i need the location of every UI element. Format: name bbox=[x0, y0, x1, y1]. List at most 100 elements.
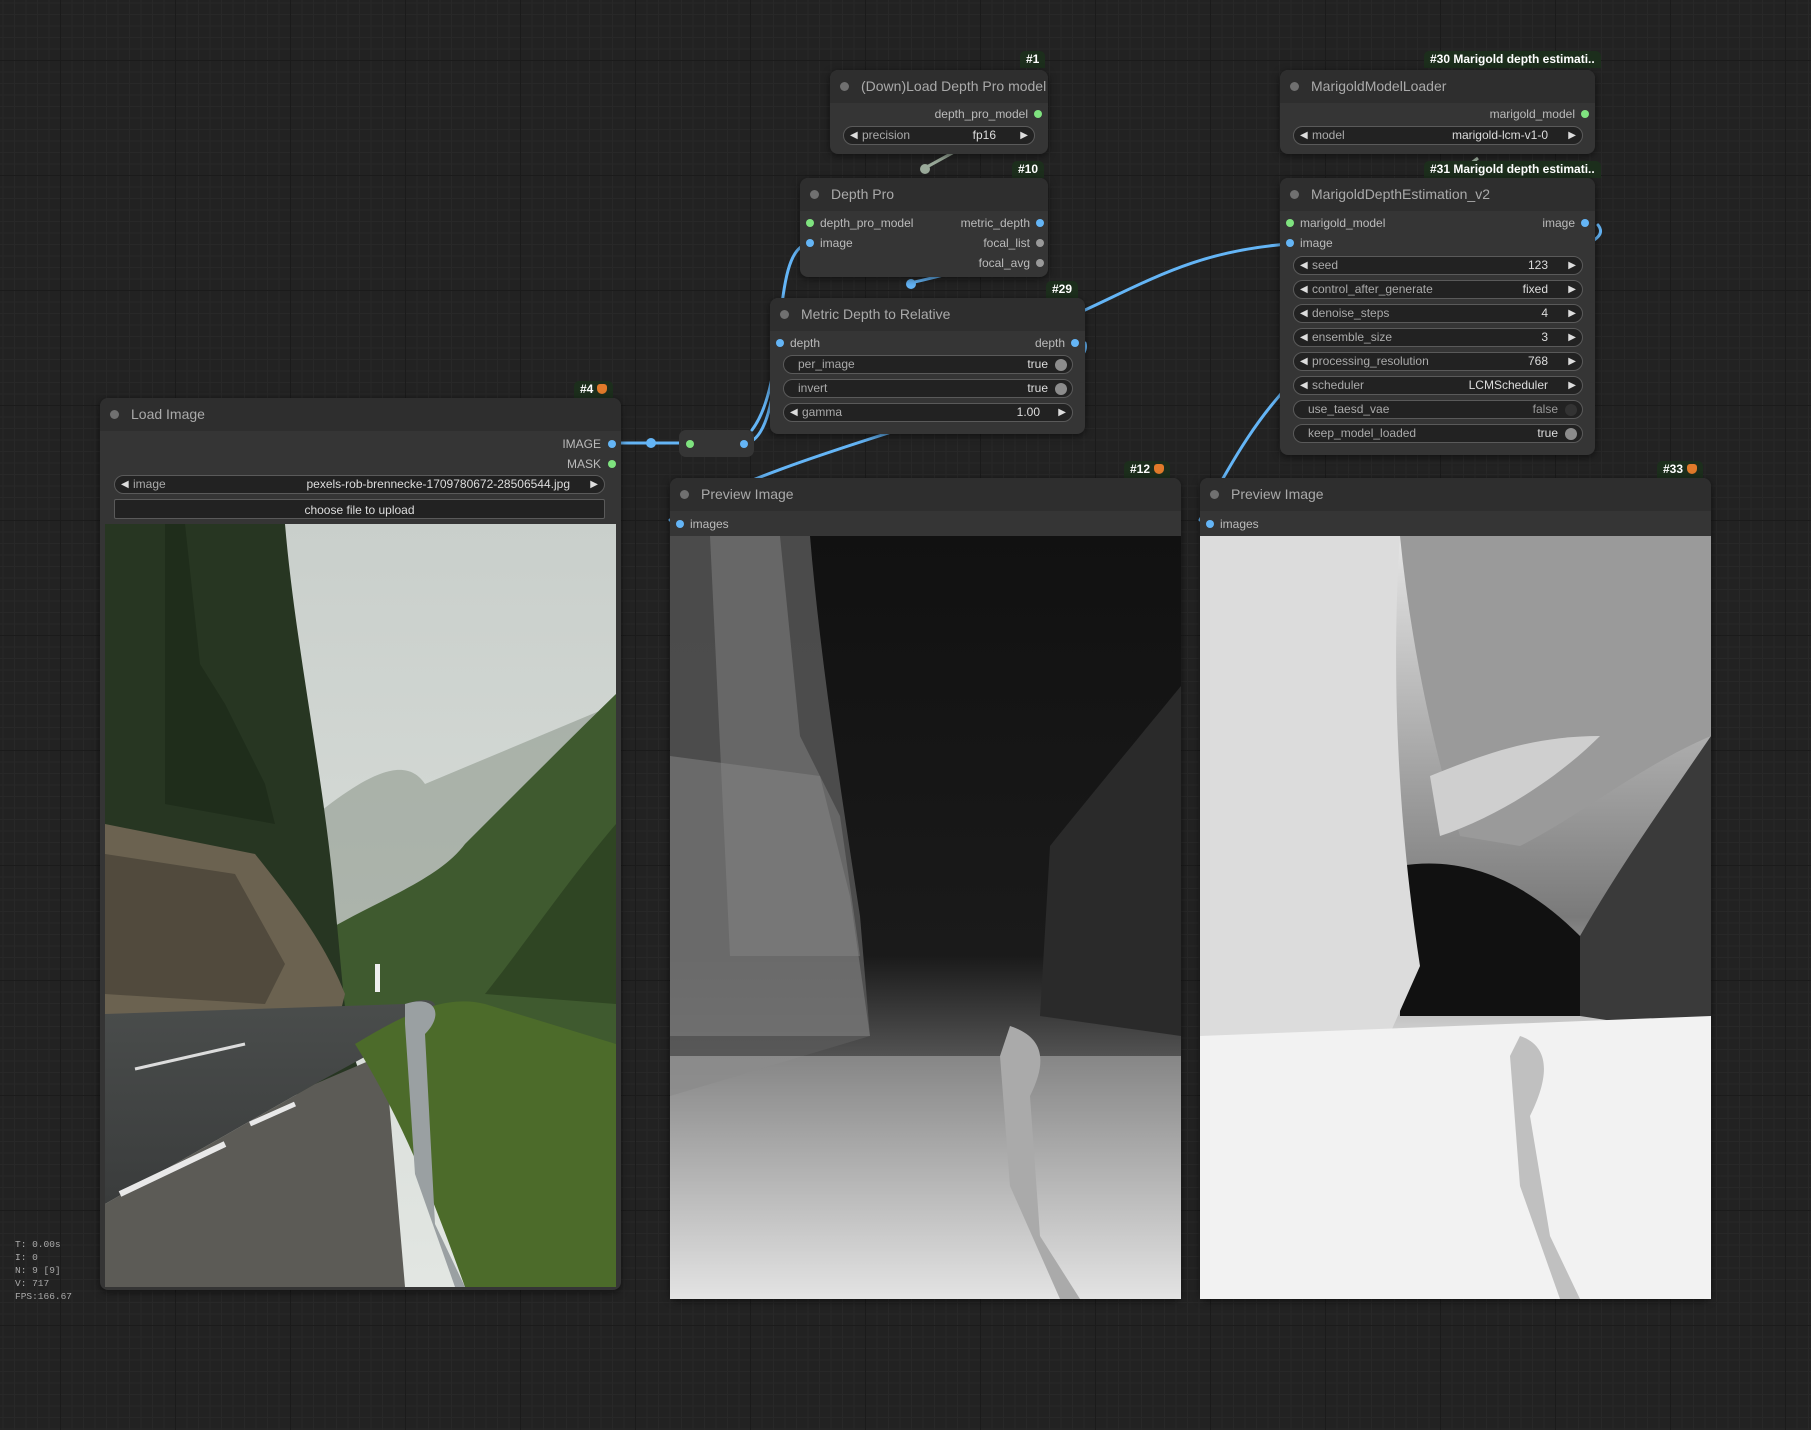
node-badge: #4 bbox=[574, 381, 614, 398]
output-socket[interactable] bbox=[608, 460, 616, 468]
input-socket[interactable] bbox=[806, 219, 814, 227]
output-socket[interactable] bbox=[1036, 239, 1044, 247]
fox-icon bbox=[597, 384, 608, 394]
arrow-left-icon[interactable]: ◀ bbox=[1300, 305, 1308, 322]
node-preview-image-33[interactable]: Preview Image images bbox=[1200, 478, 1711, 1299]
per-image-toggle[interactable]: per_image true bbox=[783, 355, 1073, 374]
arrow-right-icon[interactable]: ▶ bbox=[1568, 353, 1576, 370]
node-preview-image-12[interactable]: Preview Image images bbox=[670, 478, 1181, 1299]
arrow-left-icon[interactable]: ◀ bbox=[1300, 281, 1308, 298]
input-socket[interactable] bbox=[676, 520, 684, 528]
node-badge: #31 Marigold depth estimati.. bbox=[1424, 161, 1601, 178]
output-label: focal_avg bbox=[978, 256, 1030, 270]
node-title[interactable]: Preview Image bbox=[1200, 478, 1711, 511]
toggle-knob[interactable] bbox=[1055, 359, 1067, 371]
output-socket[interactable] bbox=[1071, 339, 1079, 347]
input-socket[interactable] bbox=[1286, 239, 1294, 247]
collapse-dot[interactable] bbox=[1290, 82, 1299, 91]
processing-resolution-number[interactable]: ◀ processing_resolution 768 ▶ bbox=[1293, 352, 1583, 371]
collapse-dot[interactable] bbox=[810, 190, 819, 199]
input-label: depth bbox=[790, 336, 821, 350]
output-label: focal_list bbox=[983, 236, 1030, 250]
node-badge: #12 bbox=[1124, 461, 1171, 478]
node-title[interactable]: Preview Image bbox=[670, 478, 1181, 511]
arrow-left-icon[interactable]: ◀ bbox=[1300, 377, 1308, 394]
ensemble-size-number[interactable]: ◀ ensemble_size 3 ▶ bbox=[1293, 328, 1583, 347]
input-label: image bbox=[1300, 236, 1333, 250]
output-label: metric_depth bbox=[960, 216, 1030, 230]
output-socket[interactable] bbox=[1034, 110, 1042, 118]
image-combo[interactable]: ◀ image pexels-rob-brennecke-1709780672-28… bbox=[114, 475, 605, 494]
node-depth-pro[interactable]: Depth Pro depth_pro_model image metric_d… bbox=[800, 178, 1048, 277]
gamma-number[interactable]: ◀ gamma 1.00 ▶ bbox=[783, 403, 1073, 422]
collapse-dot[interactable] bbox=[840, 82, 849, 91]
node-metric-depth-to-relative[interactable]: Metric Depth to Relative depth depth per… bbox=[770, 298, 1085, 434]
arrow-right-icon[interactable]: ▶ bbox=[1058, 404, 1066, 421]
link-midpoint bbox=[920, 164, 930, 174]
node-load-depth-pro[interactable]: (Down)Load Depth Pro model depth_pro_mod… bbox=[830, 70, 1048, 154]
arrow-left-icon[interactable]: ◀ bbox=[1300, 353, 1308, 370]
output-label: IMAGE bbox=[562, 437, 601, 451]
node-marigold-depth-estimation[interactable]: MarigoldDepthEstimation_v2 marigold_mode… bbox=[1280, 178, 1595, 455]
node-title[interactable]: Metric Depth to Relative bbox=[770, 298, 1085, 331]
upload-button[interactable]: choose file to upload bbox=[114, 499, 605, 519]
use-taesd-vae-toggle[interactable]: use_taesd_vae false bbox=[1293, 400, 1583, 419]
output-socket[interactable] bbox=[1581, 219, 1589, 227]
source-photo bbox=[105, 524, 616, 1287]
input-socket[interactable] bbox=[686, 440, 694, 448]
precision-combo[interactable]: ◀ precision fp16 ▶ bbox=[843, 126, 1035, 145]
arrow-left-icon[interactable]: ◀ bbox=[1300, 257, 1308, 274]
input-socket[interactable] bbox=[806, 239, 814, 247]
control-after-generate-combo[interactable]: ◀ control_after_generate fixed ▶ bbox=[1293, 280, 1583, 299]
node-badge: #30 Marigold depth estimati.. bbox=[1424, 51, 1601, 68]
node-title[interactable]: MarigoldModelLoader bbox=[1280, 70, 1595, 103]
arrow-right-icon[interactable]: ▶ bbox=[1020, 127, 1028, 144]
output-socket[interactable] bbox=[1581, 110, 1589, 118]
toggle-knob[interactable] bbox=[1565, 404, 1577, 416]
node-title[interactable]: MarigoldDepthEstimation_v2 bbox=[1280, 178, 1595, 211]
toggle-knob[interactable] bbox=[1055, 383, 1067, 395]
arrow-left-icon[interactable]: ◀ bbox=[121, 476, 129, 493]
keep-model-loaded-toggle[interactable]: keep_model_loaded true bbox=[1293, 424, 1583, 443]
node-title[interactable]: (Down)Load Depth Pro model bbox=[830, 70, 1048, 103]
model-combo[interactable]: ◀ model marigold-lcm-v1-0 ▶ bbox=[1293, 126, 1583, 145]
arrow-left-icon[interactable]: ◀ bbox=[1300, 127, 1308, 144]
input-socket[interactable] bbox=[776, 339, 784, 347]
reroute-node[interactable] bbox=[679, 430, 754, 457]
output-socket[interactable] bbox=[740, 440, 748, 448]
collapse-dot[interactable] bbox=[1210, 490, 1219, 499]
arrow-right-icon[interactable]: ▶ bbox=[1568, 305, 1576, 322]
node-title[interactable]: Depth Pro bbox=[800, 178, 1048, 211]
collapse-dot[interactable] bbox=[1290, 190, 1299, 199]
input-label: marigold_model bbox=[1300, 216, 1386, 230]
output-label: depth_pro_model bbox=[934, 107, 1028, 121]
arrow-right-icon[interactable]: ▶ bbox=[1568, 127, 1576, 144]
output-socket[interactable] bbox=[1036, 259, 1044, 267]
output-label: image bbox=[1542, 216, 1575, 230]
denoise-steps-number[interactable]: ◀ denoise_steps 4 ▶ bbox=[1293, 304, 1583, 323]
output-socket[interactable] bbox=[608, 440, 616, 448]
arrow-right-icon[interactable]: ▶ bbox=[1568, 257, 1576, 274]
arrow-left-icon[interactable]: ◀ bbox=[790, 404, 798, 421]
node-badge: #10 bbox=[1012, 161, 1045, 178]
input-socket[interactable] bbox=[1286, 219, 1294, 227]
arrow-left-icon[interactable]: ◀ bbox=[850, 127, 858, 144]
node-load-image[interactable]: Load Image IMAGE MASK ◀ image pexels-rob-b… bbox=[100, 398, 621, 1290]
arrow-right-icon[interactable]: ▶ bbox=[1568, 281, 1576, 298]
output-socket[interactable] bbox=[1036, 219, 1044, 227]
collapse-dot[interactable] bbox=[680, 490, 689, 499]
arrow-left-icon[interactable]: ◀ bbox=[1300, 329, 1308, 346]
node-marigold-model-loader[interactable]: MarigoldModelLoader marigold_model ◀ mode… bbox=[1280, 70, 1595, 154]
input-socket[interactable] bbox=[1206, 520, 1214, 528]
marigold-preview-image bbox=[1200, 536, 1711, 1299]
node-title[interactable]: Load Image bbox=[100, 398, 621, 431]
arrow-right-icon[interactable]: ▶ bbox=[1568, 377, 1576, 394]
scheduler-combo[interactable]: ◀ scheduler LCMScheduler ▶ bbox=[1293, 376, 1583, 395]
seed-number[interactable]: ◀ seed 123 ▶ bbox=[1293, 256, 1583, 275]
arrow-right-icon[interactable]: ▶ bbox=[590, 476, 598, 493]
invert-toggle[interactable]: invert true bbox=[783, 379, 1073, 398]
toggle-knob[interactable] bbox=[1565, 428, 1577, 440]
arrow-right-icon[interactable]: ▶ bbox=[1568, 329, 1576, 346]
collapse-dot[interactable] bbox=[780, 310, 789, 319]
collapse-dot[interactable] bbox=[110, 410, 119, 419]
